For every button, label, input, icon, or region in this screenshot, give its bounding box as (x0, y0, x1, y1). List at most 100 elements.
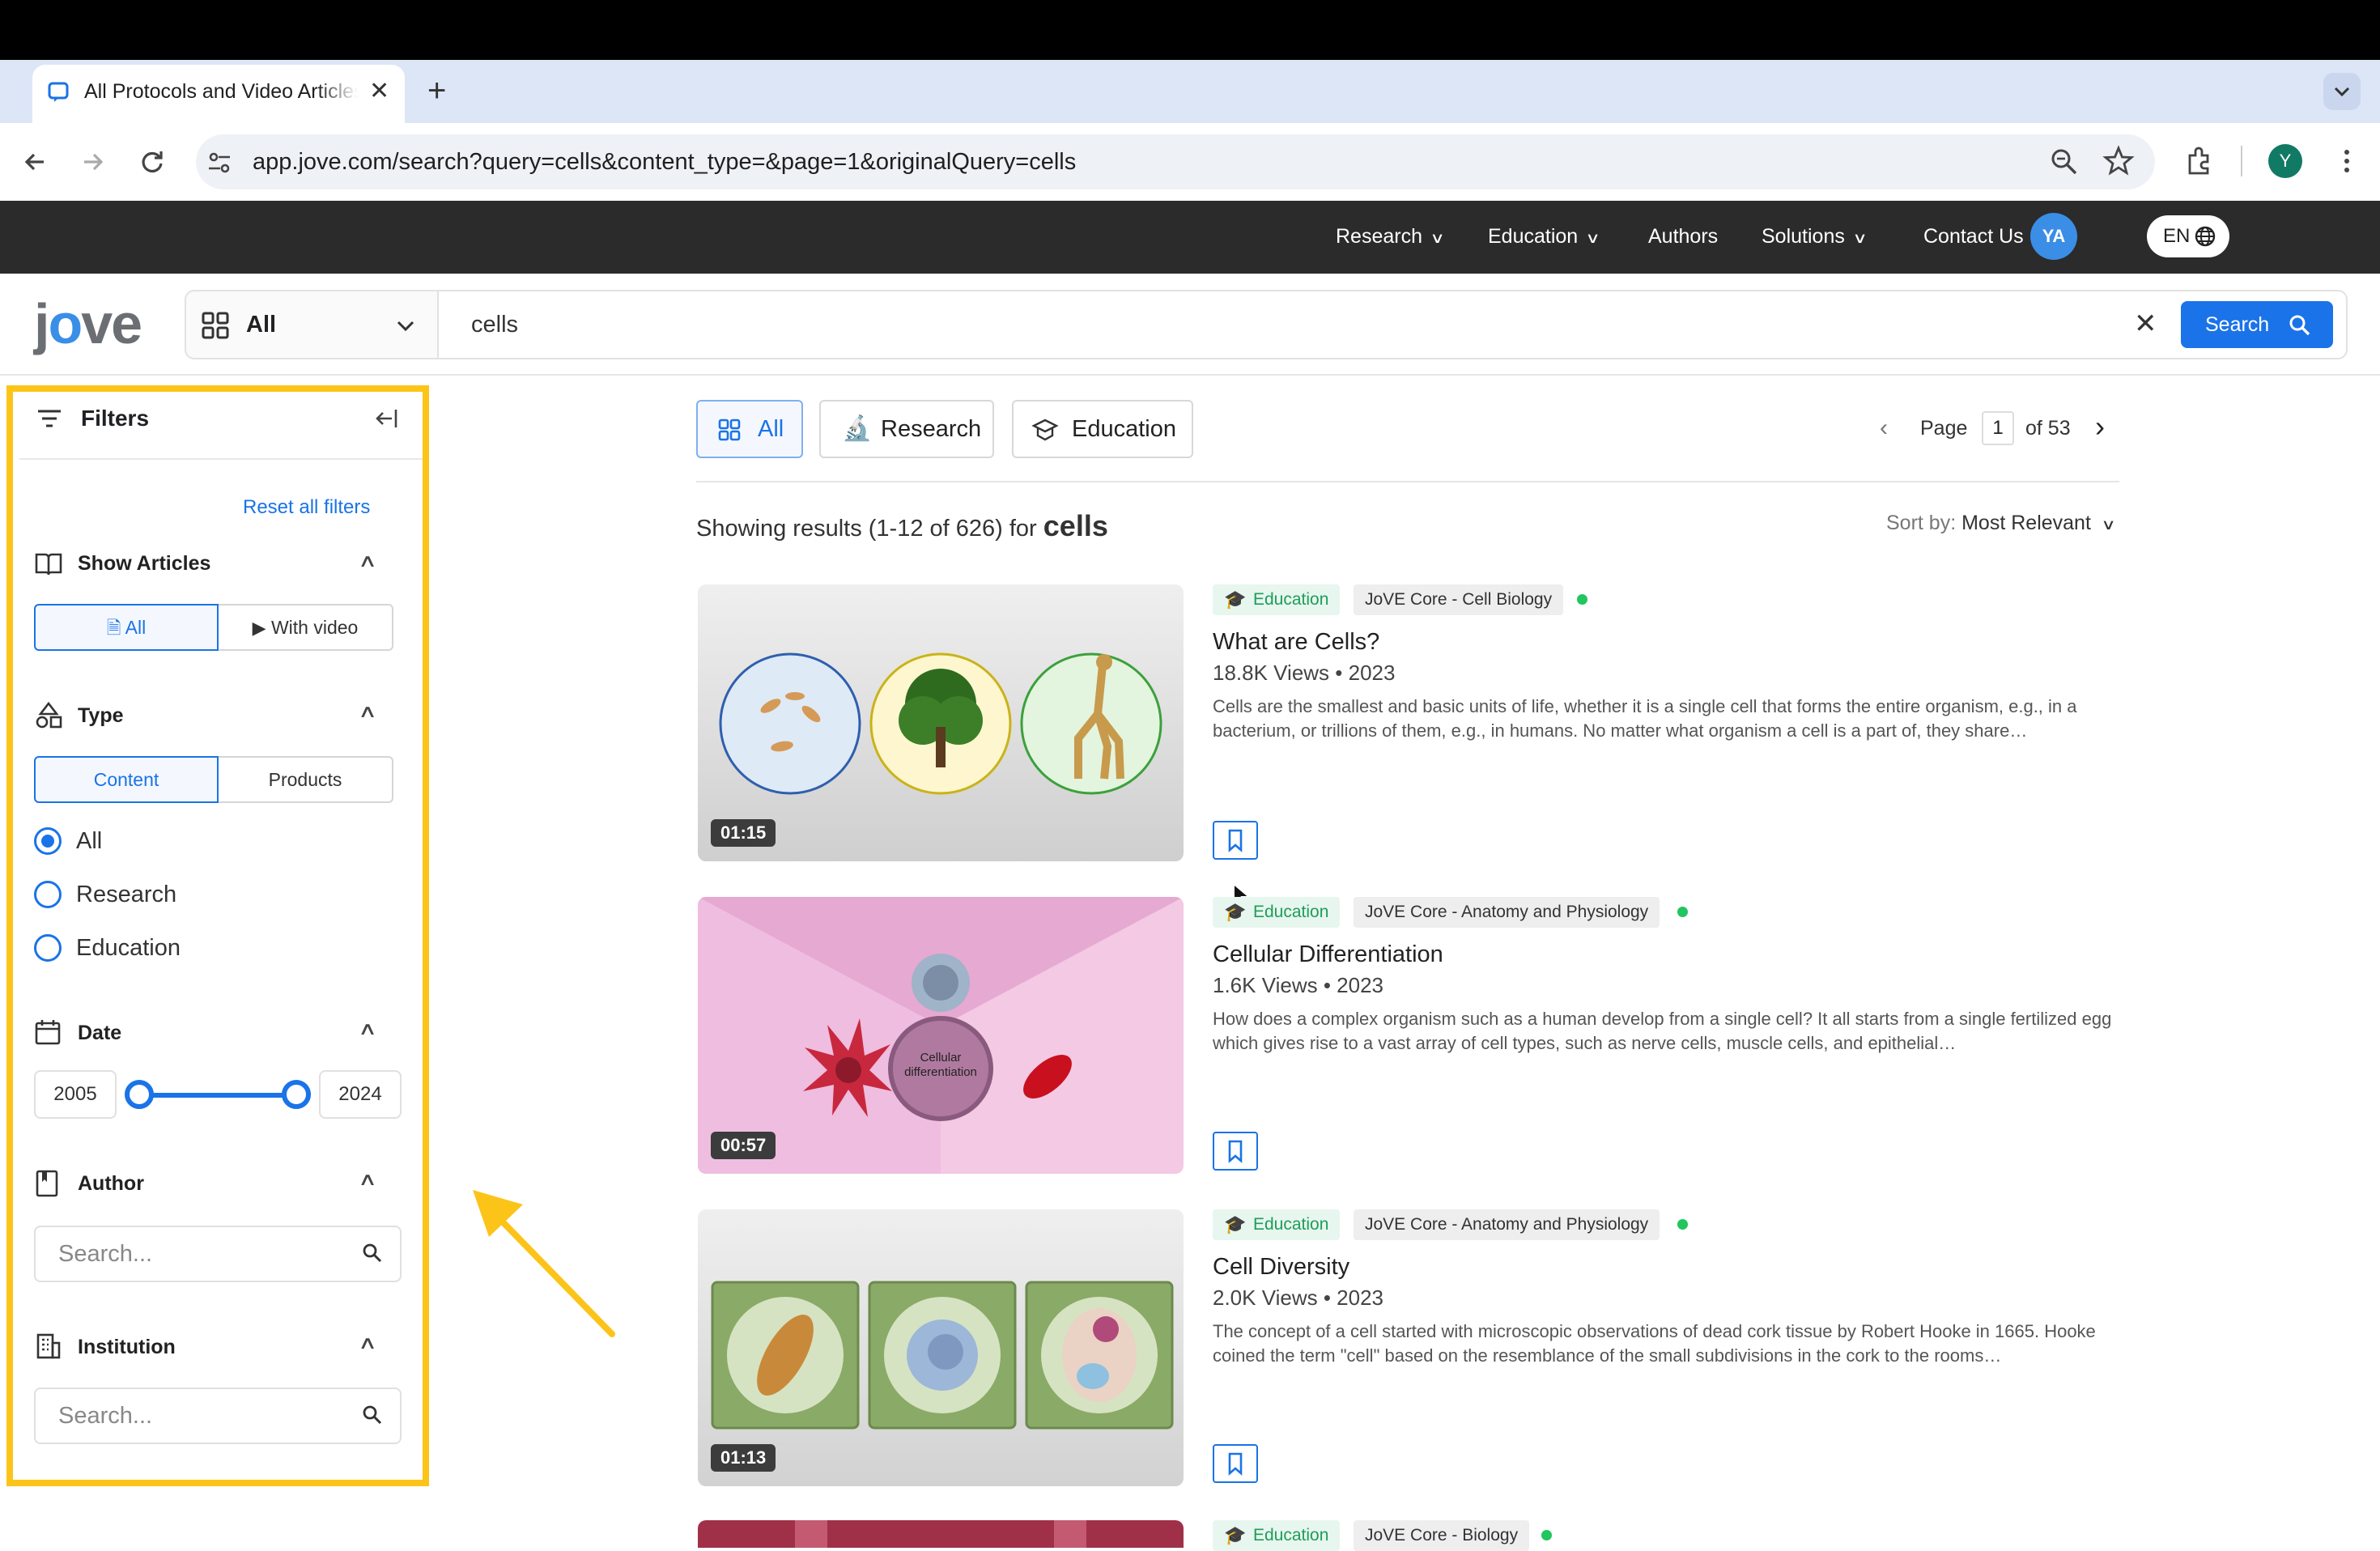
sort-label: Sort by: (1886, 512, 1957, 534)
education-tag[interactable]: 🎓 Education (1213, 1520, 1341, 1551)
result-meta: 2.0K Views • 2023 (1213, 1285, 1383, 1310)
result-thumbnail[interactable]: 01:15 (698, 584, 1184, 861)
collection-tag[interactable]: JoVE Core - Anatomy and Physiology (1354, 897, 1660, 928)
reload-icon[interactable] (134, 144, 170, 180)
tab-research[interactable]: 🔬 Research (819, 400, 994, 458)
search-icon[interactable] (361, 1404, 384, 1426)
nav-education[interactable]: Education ∨ (1488, 217, 1600, 256)
radio-all[interactable] (34, 827, 62, 855)
next-page-icon[interactable]: › (2095, 410, 2105, 444)
chevron-up-icon[interactable]: ∧ (358, 1332, 377, 1353)
result-meta: 1.6K Views • 2023 (1213, 973, 1383, 997)
nav-solutions[interactable]: Solutions ∨ (1762, 217, 1868, 256)
tab-education[interactable]: Education (1012, 400, 1193, 458)
nav-research[interactable]: Research ∨ (1336, 217, 1445, 256)
date-to-input[interactable]: 2024 (319, 1070, 402, 1119)
zoom-icon[interactable] (2048, 146, 2080, 178)
browser-profile-avatar[interactable]: Y (2268, 144, 2302, 178)
date-label: Date (78, 1022, 122, 1044)
date-slider-start-handle[interactable] (125, 1080, 154, 1109)
clear-search-icon[interactable]: ✕ (2134, 308, 2157, 340)
annotation-arrow-icon (473, 1190, 615, 1337)
nav-contact-us[interactable]: Contact Us (1923, 217, 2024, 256)
chevron-up-icon[interactable]: ∧ (358, 1018, 377, 1039)
education-tag[interactable]: 🎓 Education (1213, 897, 1341, 928)
institution-search-placeholder: Search... (58, 1403, 153, 1429)
institution-label: Institution (78, 1336, 176, 1358)
education-tag-label: Education (1253, 903, 1329, 921)
language-label: EN (2163, 225, 2191, 247)
tab-title: All Protocols and Video Articles (84, 80, 358, 103)
calendar-icon (35, 1020, 61, 1045)
results-summary-text: Showing results (1-12 of 626) for (696, 516, 1037, 542)
video-duration: 01:15 (711, 819, 776, 847)
with-video-toggle[interactable]: ▶ With video (219, 604, 393, 651)
education-tag[interactable]: 🎓 Education (1213, 1209, 1341, 1240)
chevron-up-icon[interactable]: ∧ (358, 550, 377, 572)
result-title[interactable]: What are Cells? (1213, 628, 1379, 656)
result-meta: 18.8K Views • 2023 (1213, 661, 1396, 685)
chevron-up-icon[interactable]: ∧ (358, 1169, 377, 1190)
search-input[interactable] (437, 290, 2348, 359)
prev-page-icon[interactable]: ‹ (1880, 414, 1888, 442)
date-from-input[interactable]: 2005 (34, 1070, 117, 1119)
search-button[interactable]: Search (2181, 301, 2333, 348)
grid-icon (718, 419, 741, 441)
with-video-label: With video (270, 617, 359, 638)
education-icon: 🎓 (1224, 1214, 1247, 1234)
result-title[interactable]: Cell Diversity (1213, 1253, 1349, 1281)
result-thumbnail[interactable]: Cellular differentiation 00:57 (698, 897, 1184, 1174)
filters-title: Filters (81, 406, 150, 431)
result-thumbnail[interactable] (698, 1520, 1184, 1548)
jove-logo[interactable]: jove (34, 293, 142, 355)
sort-control[interactable]: Sort by: Most Relevant ∨ (1886, 510, 2116, 538)
language-button[interactable]: EN (2147, 215, 2229, 257)
show-all-articles-toggle[interactable]: 🗎 All (34, 604, 219, 651)
content-segment[interactable]: Content (34, 756, 219, 803)
chevron-down-icon: ∨ (2101, 516, 2116, 533)
result-thumbnail[interactable]: 01:13 (698, 1209, 1184, 1486)
back-arrow-icon[interactable] (18, 144, 53, 180)
result-title[interactable]: Cellular Differentiation (1213, 941, 1443, 968)
collection-tag[interactable]: JoVE Core - Biology (1354, 1520, 1530, 1551)
nav-authors[interactable]: Authors (1648, 217, 1718, 256)
forward-arrow-icon[interactable] (74, 144, 110, 180)
tab-search-button[interactable] (2323, 73, 2361, 110)
search-button-label: Search (2205, 313, 2270, 336)
search-icon[interactable] (361, 1242, 384, 1264)
sidebar-divider (19, 458, 423, 460)
bookmark-icon (1228, 1452, 1243, 1476)
user-avatar[interactable]: YA (2030, 213, 2077, 260)
site-settings-icon[interactable] (204, 147, 235, 178)
video-duration: 01:13 (711, 1444, 776, 1472)
search-query-text: cells (471, 312, 519, 338)
thumbnail-stripe (795, 1520, 827, 1548)
radio-education-label: Education (76, 935, 181, 961)
kebab-menu-icon[interactable] (2330, 144, 2364, 178)
tab-close-icon[interactable]: ✕ (369, 79, 389, 104)
education-tag[interactable]: 🎓 Education (1213, 584, 1341, 615)
scope-label: All (246, 312, 277, 338)
results-summary: Showing results (1-12 of 626) for cells (696, 510, 1108, 545)
collapse-sidebar-icon[interactable] (372, 405, 400, 432)
bookmark-button[interactable] (1213, 821, 1258, 860)
new-tab-icon[interactable]: + (427, 73, 446, 108)
collection-tag[interactable]: JoVE Core - Cell Biology (1354, 584, 1564, 615)
chevron-up-icon[interactable]: ∧ (358, 701, 377, 722)
products-segment[interactable]: Products (219, 756, 393, 803)
radio-research[interactable] (34, 881, 62, 908)
tab-all[interactable]: All (696, 400, 803, 458)
date-slider-end-handle[interactable] (282, 1080, 311, 1109)
collection-tag[interactable]: JoVE Core - Anatomy and Physiology (1354, 1209, 1660, 1240)
reset-filters-link[interactable]: Reset all filters (243, 495, 370, 520)
page-number-input[interactable]: 1 (1982, 411, 2014, 445)
video-icon: ▶ (252, 618, 266, 638)
radio-education[interactable] (34, 934, 62, 962)
bookmark-button[interactable] (1213, 1132, 1258, 1171)
bookmark-button[interactable] (1213, 1444, 1258, 1483)
tab-research-label: Research (881, 416, 982, 442)
extensions-icon[interactable] (2182, 144, 2216, 178)
date-slider-track (139, 1093, 296, 1098)
page-label: Page (1920, 417, 1968, 440)
bookmark-star-icon[interactable] (2102, 144, 2136, 178)
